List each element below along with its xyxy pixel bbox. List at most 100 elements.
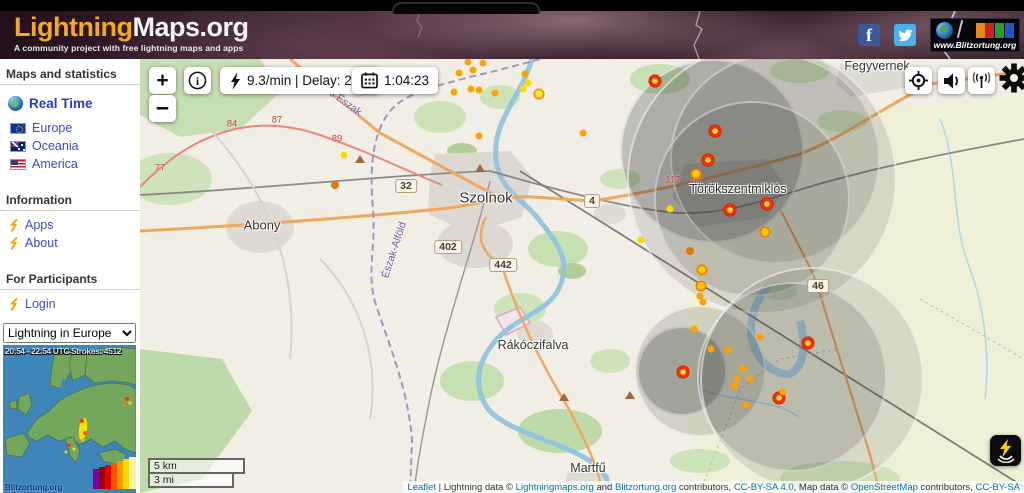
strike-marker: [697, 265, 708, 276]
map-label: Fegyvernek: [844, 59, 909, 73]
strike-marker: [743, 402, 750, 409]
ccbysa4-link[interactable]: CC-BY-SA 4.0: [734, 482, 794, 493]
map-canvas[interactable]: SzolnokAbonyTörökszentmiklósRákóczifalva…: [140, 59, 1024, 493]
antenna-button[interactable]: [968, 67, 995, 94]
leaflet-link[interactable]: Leaflet: [407, 482, 436, 493]
section-participants: For Participants: [0, 264, 140, 290]
map-label: Törökszentmiklós: [689, 182, 786, 196]
route-number: 117: [665, 175, 680, 186]
header-social-area: f www.Blitzortung.org: [858, 18, 1020, 52]
strike-marker: [702, 154, 715, 167]
settings-button[interactable]: [999, 63, 1024, 93]
site-header: LightningMaps.org A community project wi…: [0, 11, 1024, 59]
strike-marker: [686, 247, 694, 255]
europe-label: Europe: [32, 121, 72, 135]
road-shield: 442: [489, 258, 517, 272]
strike-marker: [667, 206, 674, 213]
sidebar-item-europe[interactable]: Europe: [0, 119, 140, 137]
lightning-bullet-icon: [10, 298, 19, 311]
strike-marker: [747, 376, 754, 383]
sidebar-item-apps[interactable]: Apps: [0, 216, 140, 234]
strike-marker: [700, 299, 707, 306]
person-icon: [1005, 23, 1014, 38]
clock-text: 1:04:23: [384, 73, 429, 88]
lightningmaps-link[interactable]: Lightningmaps.org: [516, 482, 594, 493]
sidebar-item-realtime[interactable]: Real Time: [0, 90, 140, 119]
map-attribution: Leaflet | Lightning data © Lightningmaps…: [403, 481, 1024, 493]
road-shield: 4: [584, 194, 600, 208]
clock-display[interactable]: 1:04:23: [352, 67, 438, 94]
strike-marker: [802, 337, 815, 350]
strike-marker: [708, 346, 715, 353]
site-logo[interactable]: LightningMaps.org A community project wi…: [14, 14, 248, 53]
facebook-icon[interactable]: f: [858, 24, 880, 46]
oceania-label: Oceania: [32, 139, 79, 153]
sidebar-item-login[interactable]: Login: [0, 295, 140, 313]
us-flag-icon: [10, 159, 26, 170]
osm-link[interactable]: OpenStreetMap: [851, 482, 918, 493]
sound-button[interactable]: [938, 67, 965, 94]
browser-tab-shape: [392, 2, 540, 14]
strike-marker: [476, 133, 483, 140]
strike-marker: [638, 237, 645, 244]
lightning-bolt-icon: [230, 72, 241, 90]
section-maps-statistics: Maps and statistics: [0, 59, 140, 85]
strike-marker: [760, 227, 771, 238]
road-shield: 46: [807, 279, 829, 293]
route-number: 89: [332, 134, 343, 145]
locate-icon: [909, 71, 928, 90]
map-region-select[interactable]: Lightning in Europe: [3, 323, 136, 343]
strike-marker: [580, 130, 587, 137]
logo-text-lightning: Lightning: [14, 12, 132, 42]
info-icon: i: [188, 71, 207, 90]
blitzortung-link[interactable]: Blitzortung.org: [615, 482, 676, 493]
strike-marker: [534, 89, 545, 100]
gear-icon: [999, 63, 1024, 93]
strike-marker: [451, 89, 458, 96]
zoom-in-button[interactable]: +: [149, 67, 176, 94]
strike-marker: [470, 67, 477, 74]
europe-minimap: [3, 345, 136, 493]
thumbnail-watermark: Blitzortung.org: [5, 483, 62, 492]
calendar-icon: [361, 72, 378, 89]
strike-marker: [691, 326, 698, 333]
sidebar-item-oceania[interactable]: Oceania: [0, 137, 140, 155]
poi-triangle-icon: [355, 155, 365, 163]
strike-marker: [691, 169, 702, 180]
detector-button[interactable]: [990, 435, 1021, 466]
road-shield: 32: [395, 179, 417, 193]
lightning-bullet-icon: [10, 237, 19, 250]
info-button[interactable]: i: [184, 67, 211, 94]
sidebar-item-about[interactable]: About: [0, 234, 140, 252]
strike-marker: [649, 75, 662, 88]
site-tagline: A community project with free lightning …: [14, 44, 248, 53]
lightning-bullet-icon: [10, 219, 19, 232]
zoom-out-button[interactable]: −: [149, 95, 176, 122]
person-icon: [985, 23, 994, 38]
map-label: Martfű: [570, 461, 605, 475]
strike-marker: [696, 281, 707, 292]
about-label: About: [25, 236, 58, 250]
poi-triangle-icon: [625, 391, 635, 399]
svg-text:i: i: [196, 76, 199, 88]
blitzortung-banner[interactable]: www.Blitzortung.org: [930, 18, 1020, 52]
strike-marker: [780, 389, 787, 396]
route-number: 77: [155, 163, 166, 174]
section-information: Information: [0, 185, 140, 211]
locate-button[interactable]: [905, 67, 932, 94]
speaker-icon: [943, 73, 961, 89]
map-scale: 5 km 3 mi: [148, 458, 245, 488]
twitter-icon[interactable]: [894, 24, 916, 46]
europe-lightning-thumbnail[interactable]: 20:54 - 22:54 UTC Strokes: 4512 Blitzort…: [3, 345, 136, 493]
route-number: 87: [272, 115, 283, 126]
strike-marker: [492, 90, 499, 97]
strike-marker: [468, 86, 475, 93]
sidebar-item-america[interactable]: America: [0, 155, 140, 173]
ccbysa-link[interactable]: CC-BY-SA: [975, 482, 1020, 493]
banner-lightning-icon: [957, 20, 963, 38]
strike-marker: [709, 125, 722, 138]
strike-marker: [734, 376, 741, 383]
person-icon: [976, 23, 985, 38]
twitter-bird-icon: [898, 29, 913, 42]
realtime-label: Real Time: [29, 96, 93, 111]
